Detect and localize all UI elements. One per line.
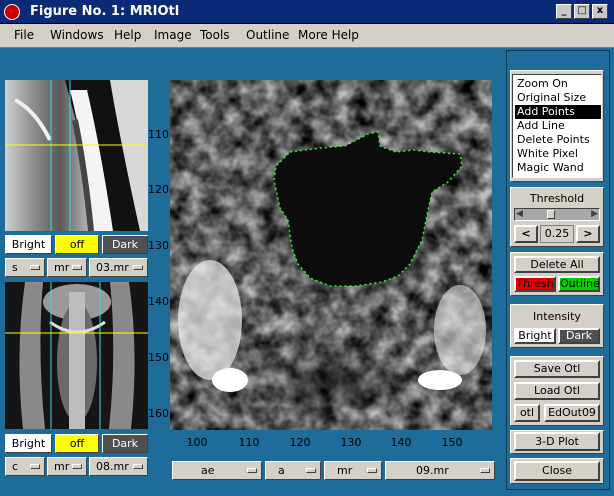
dropdown-indicator-icon [30, 464, 40, 469]
delete-all-button[interactable]: Delete All [514, 256, 600, 273]
bottom-view-value: c [12, 460, 19, 473]
menu-outline[interactable]: Outline [246, 28, 289, 42]
top-off-button[interactable]: off [55, 235, 99, 254]
top-view-value: s [12, 261, 18, 274]
app-icon[interactable] [4, 4, 20, 20]
tool-original-size[interactable]: Original Size [515, 91, 601, 105]
title-bar: Figure No. 1: MRIOtl _ □ x [0, 0, 614, 24]
coronal-thumbnail[interactable] [5, 282, 148, 429]
threshold-decrease-button[interactable]: < [514, 225, 538, 243]
close-window-button[interactable]: x [592, 4, 608, 19]
menu-bar: File Windows Help Image Tools Outline Mo… [0, 24, 614, 48]
threshold-value: 0.25 [540, 225, 574, 243]
bottom-modality-value: mr [54, 460, 70, 473]
slider-left-arrow-icon[interactable]: ◀ [516, 210, 523, 219]
thresh-button[interactable]: Thresh [514, 276, 556, 292]
top-bright-button[interactable]: Bright [5, 235, 52, 254]
dropdown-indicator-icon [30, 265, 40, 270]
x-tick: 110 [238, 436, 260, 449]
load-otl-button[interactable]: Load Otl [514, 382, 600, 400]
bottom-modality-popup[interactable]: mr [47, 457, 87, 476]
main-plane-popup[interactable]: ae [172, 461, 262, 480]
tool-magic-wand[interactable]: Magic Wand [515, 161, 601, 175]
dropdown-indicator-icon [133, 464, 143, 469]
top-modality-popup[interactable]: mr [47, 258, 87, 277]
menu-more-help[interactable]: More Help [298, 28, 359, 42]
intensity-label: Intensity [533, 310, 581, 323]
sagittal-thumbnail[interactable] [5, 80, 148, 231]
bottom-bright-button[interactable]: Bright [5, 434, 52, 453]
bottom-file-popup[interactable]: 08.mr [89, 457, 148, 476]
main-modality-popup[interactable]: mr [324, 461, 382, 480]
bottom-view-popup[interactable]: c [5, 457, 45, 476]
dropdown-indicator-icon [133, 265, 143, 270]
y-tick: 110 [148, 128, 169, 141]
x-tick: 100 [186, 436, 208, 449]
x-tick: 120 [289, 436, 311, 449]
dropdown-indicator-icon [72, 464, 82, 469]
minimize-button[interactable]: _ [556, 4, 572, 19]
tool-add-line[interactable]: Add Line [515, 119, 601, 133]
plot-3d-button[interactable]: 3-D Plot [514, 432, 600, 451]
menu-tools[interactable]: Tools [200, 28, 230, 42]
main-orient-value: a [278, 464, 285, 477]
menu-help[interactable]: Help [114, 28, 141, 42]
top-file-popup[interactable]: 03.mr [89, 258, 148, 277]
threshold-increase-button[interactable]: > [576, 225, 600, 243]
top-file-value: 03.mr [96, 261, 129, 274]
bottom-off-button[interactable]: off [55, 434, 99, 453]
main-orient-popup[interactable]: a [265, 461, 321, 480]
threshold-slider[interactable]: ◀ ▶ [514, 208, 600, 221]
dropdown-indicator-icon [480, 468, 490, 473]
tool-add-points[interactable]: Add Points [515, 105, 601, 119]
main-file-popup[interactable]: 09.mr [385, 461, 495, 480]
tool-white-pixel[interactable]: White Pixel [515, 147, 601, 161]
y-tick: 150 [148, 351, 169, 364]
top-modality-value: mr [54, 261, 70, 274]
edout-button[interactable]: EdOut09 [544, 404, 600, 422]
y-tick: 160 [148, 407, 169, 420]
main-image-view[interactable] [170, 80, 492, 430]
menu-image[interactable]: Image [154, 28, 192, 42]
tool-delete-points[interactable]: Delete Points [515, 133, 601, 147]
slider-thumb[interactable] [546, 210, 555, 219]
x-tick: 140 [390, 436, 412, 449]
y-tick: 140 [148, 295, 169, 308]
bottom-dark-button[interactable]: Dark [102, 434, 148, 453]
outline-button[interactable]: Outline [558, 276, 600, 292]
menu-file[interactable]: File [14, 28, 34, 42]
top-view-popup[interactable]: s [5, 258, 45, 277]
close-button[interactable]: Close [514, 461, 600, 481]
menu-windows[interactable]: Windows [50, 28, 104, 42]
x-tick: 130 [340, 436, 362, 449]
window-title: Figure No. 1: MRIOtl [30, 4, 180, 19]
maximize-button[interactable]: □ [574, 4, 590, 19]
otl-button[interactable]: otl [514, 404, 540, 422]
dropdown-indicator-icon [367, 468, 377, 473]
intensity-dark-button[interactable]: Dark [558, 328, 600, 344]
intensity-bright-button[interactable]: Bright [514, 328, 556, 344]
y-tick: 130 [148, 239, 169, 252]
dropdown-indicator-icon [72, 265, 82, 270]
main-file-value: 09.mr [416, 464, 449, 477]
tools-list[interactable]: Zoom On Original Size Add Points Add Lin… [512, 74, 602, 178]
dropdown-indicator-icon [306, 468, 316, 473]
bottom-file-value: 08.mr [96, 460, 129, 473]
dropdown-indicator-icon [247, 468, 257, 473]
tool-zoom-on[interactable]: Zoom On [515, 77, 601, 91]
x-tick: 150 [441, 436, 463, 449]
top-dark-button[interactable]: Dark [102, 235, 148, 254]
save-otl-button[interactable]: Save Otl [514, 360, 600, 378]
main-modality-value: mr [337, 464, 353, 477]
slider-right-arrow-icon[interactable]: ▶ [591, 210, 598, 219]
y-tick: 120 [148, 183, 169, 196]
main-plane-value: ae [201, 464, 215, 477]
threshold-label: Threshold [529, 192, 585, 205]
